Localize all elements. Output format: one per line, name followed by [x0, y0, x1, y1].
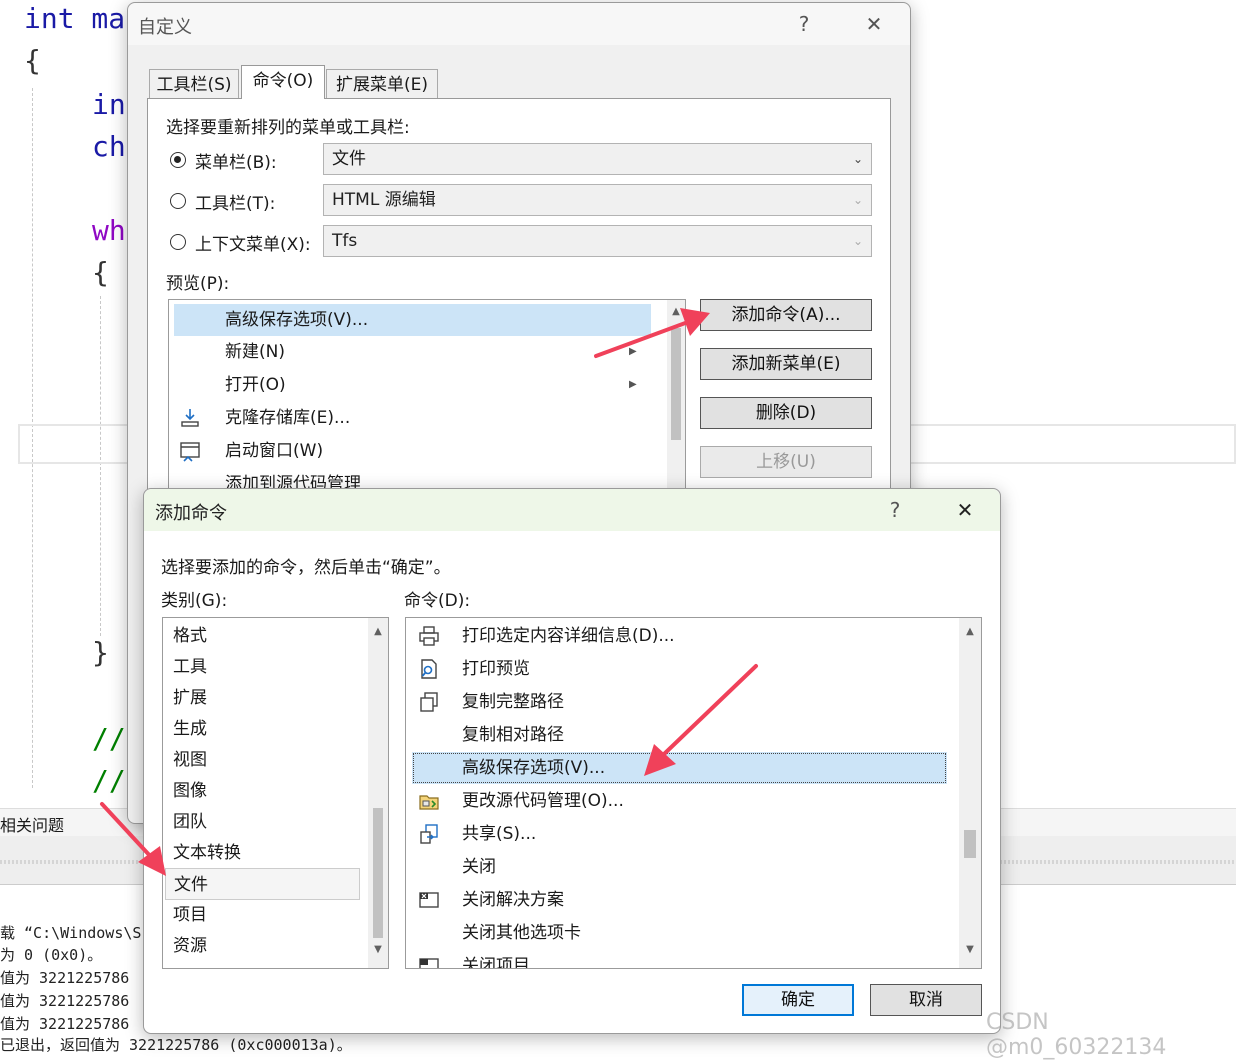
arrow-to-file-category — [100, 802, 166, 876]
tab-commands[interactable]: 命令(O) — [241, 65, 325, 99]
arrow-to-add-command — [594, 308, 710, 358]
watermark: CSDN @m0_60322134 — [986, 1010, 1167, 1060]
arrow-to-selected-command — [644, 664, 758, 776]
annotation-arrows — [100, 308, 758, 876]
